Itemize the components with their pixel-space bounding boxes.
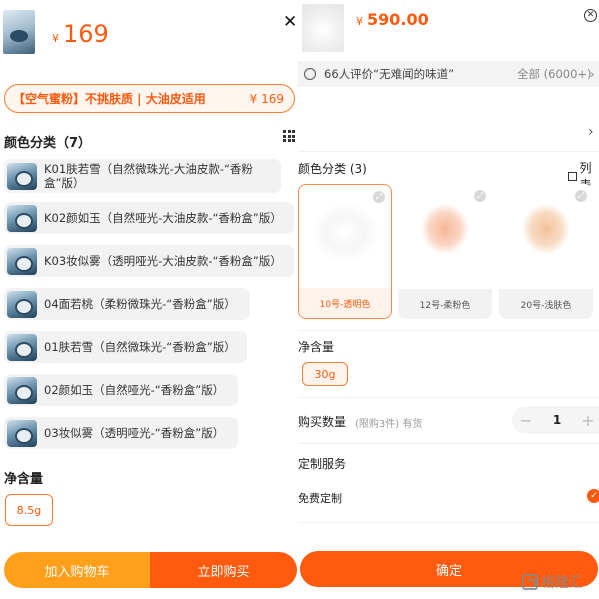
product-price: ¥ 169 [52,20,109,48]
variant-swatch [7,204,37,232]
review-count: 全部 (6000+) [517,67,592,81]
color-section-title: 颜色分类 (3) [298,162,367,176]
shade-card[interactable]: ⤢ 10号-透明色 [298,184,392,319]
price-value: 169 [63,20,109,48]
quantity-label: 购买数量 [298,415,347,429]
watermark-text: 格隆汇 [541,575,583,591]
custom-service-title: 定制服务 [298,457,347,471]
divider [298,397,599,398]
close-circle-icon[interactable]: ✕ [584,9,597,22]
promo-text: 【空气蜜粉】不挑肤质 | 大油皮适用 [13,92,206,106]
currency-symbol: ¥ [52,32,59,45]
variant-option[interactable]: K01肤若雪（自然微珠光-大油皮款-“香粉盒”版） [4,159,281,193]
variant-label: K01肤若雪（自然微珠光-大油皮款-“香粉盒”版） [44,162,253,190]
checkmark-icon[interactable]: ✓ [587,489,599,503]
list-icon [568,171,577,181]
chat-bubble-icon [304,65,316,80]
divider [298,522,599,523]
size-option[interactable]: 8.5g [5,494,53,526]
variant-option[interactable]: 01肤若雪（自然微珠光-“香粉盒”版） [4,331,247,363]
variant-label: 02颜如玉（自然哑光-“香粉盒”版） [44,383,225,397]
add-to-cart-button[interactable]: 加入购物车 [4,552,150,588]
shade-label: 10号-透明色 [299,288,391,318]
promo-bundle-option[interactable]: 【空气蜜粉】不挑肤质 | 大油皮适用 ¥ 169 [4,84,295,113]
shade-card[interactable]: ⤢ 12号-柔粉色 [398,184,492,319]
shade-card[interactable]: ⤢ 20号-浅肤色 [499,184,593,319]
product-thumbnail[interactable] [3,10,35,54]
quantity-hint: (限购3件) 有货 [355,419,423,430]
shade-label: 12号-柔粉色 [398,289,492,319]
net-content-title: 净含量 [4,472,44,487]
promo-price: ¥ 169 [249,91,284,106]
zoom-icon[interactable]: ⤢ [474,190,486,202]
grid-view-icon[interactable] [283,130,295,142]
variant-option[interactable]: 02颜如玉（自然哑光-“香粉盒”版） [4,374,238,406]
variant-swatch [7,162,37,190]
review-text: 66人评价“无难闻的味道” [324,67,455,81]
watermark: 格隆汇 [522,572,583,592]
net-content-title: 净含量 [298,340,335,354]
variant-label: K02颜如玉（自然哑光-大油皮款-“香粉盒”版） [44,211,282,225]
zoom-icon[interactable]: ⤢ [373,191,385,203]
watermark-logo-icon [522,574,538,590]
minus-button[interactable]: − [512,411,540,430]
close-icon[interactable]: ✕ [283,14,297,31]
variant-label: K03妆似雾（透明哑光-大油皮款-“香粉盒”版） [44,254,282,268]
custom-option-label[interactable]: 免费定制 [298,490,342,506]
variant-option[interactable]: K02颜如玉（自然哑光-大油皮款-“香粉盒”版） [4,202,294,234]
buy-now-button[interactable]: 立即购买 [150,552,297,588]
variant-swatch [7,333,37,361]
product-price: ¥ 590.00 [356,10,429,29]
variant-label: 01肤若雪（自然微珠光-“香粉盒”版） [44,340,236,354]
plus-button[interactable]: + [574,411,599,430]
chevron-right-icon: › [588,124,594,140]
variant-swatch [7,376,37,404]
divider [298,443,599,444]
variant-swatch [7,247,37,275]
quantity-stepper[interactable]: − 1 + [512,406,599,434]
currency-symbol: ¥ [356,15,363,28]
divider [298,330,599,331]
variant-swatch [7,290,37,318]
size-option[interactable]: 30g [302,362,348,386]
left-sku-panel: ¥ 169 ✕ 【空气蜜粉】不挑肤质 | 大油皮适用 ¥ 169 颜色分类（7）… [0,0,297,599]
zoom-icon[interactable]: ⤢ [575,190,587,202]
chevron-right-icon: › [590,67,595,81]
right-sku-panel: ¥ 590.00 ✕ 66人评价“无难闻的味道” 全部 (6000+) › › … [298,0,599,599]
variant-swatch [7,419,37,447]
variant-option[interactable]: 04面若桃（柔粉微珠光-“香粉盒”版） [4,288,250,320]
color-section-title: 颜色分类（7） [4,136,92,151]
shade-label: 20号-浅肤色 [499,289,593,319]
option-row[interactable]: › [298,112,599,152]
variant-option[interactable]: K03妆似雾（透明哑光-大油皮款-“香粉盒”版） [4,245,294,277]
quantity-value[interactable]: 1 [540,413,574,427]
screenshot-root: ¥ 169 ✕ 【空气蜜粉】不挑肤质 | 大油皮适用 ¥ 169 颜色分类（7）… [0,0,599,599]
product-thumbnail[interactable] [302,4,344,52]
variant-option[interactable]: 03妆似雾（透明哑光-“香粉盒”版） [4,417,238,449]
variant-label: 03妆似雾（透明哑光-“香粉盒”版） [44,426,225,440]
variant-label: 04面若桃（柔粉微珠光-“香粉盒”版） [44,297,236,311]
review-summary-bar[interactable]: 66人评价“无难闻的味道” 全部 (6000+) › [298,61,599,87]
price-value: 590.00 [367,10,429,29]
